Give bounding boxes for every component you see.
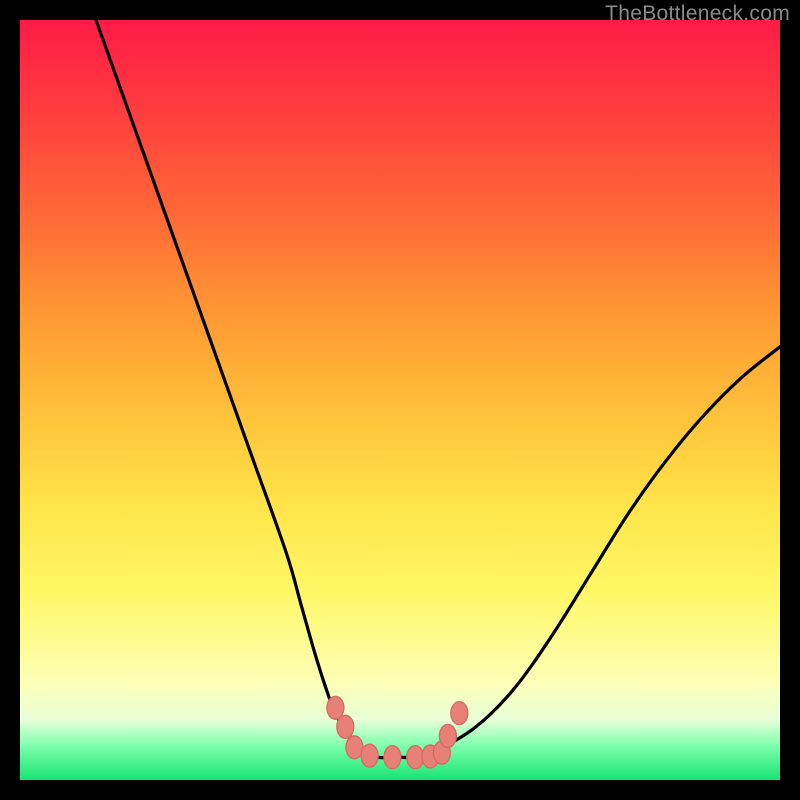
chart-plot-area	[20, 20, 780, 780]
highlight-marker	[361, 744, 378, 767]
chart-svg	[20, 20, 780, 780]
highlight-marker	[439, 724, 456, 747]
highlight-marker	[384, 746, 401, 769]
watermark-text: TheBottleneck.com	[605, 2, 790, 26]
highlight-marker	[346, 736, 363, 759]
marker-group	[327, 696, 468, 768]
highlight-marker	[407, 746, 424, 769]
highlight-marker	[337, 715, 354, 738]
bottleneck-curve	[96, 20, 780, 758]
highlight-marker	[451, 702, 468, 725]
chart-frame: TheBottleneck.com	[0, 0, 800, 800]
